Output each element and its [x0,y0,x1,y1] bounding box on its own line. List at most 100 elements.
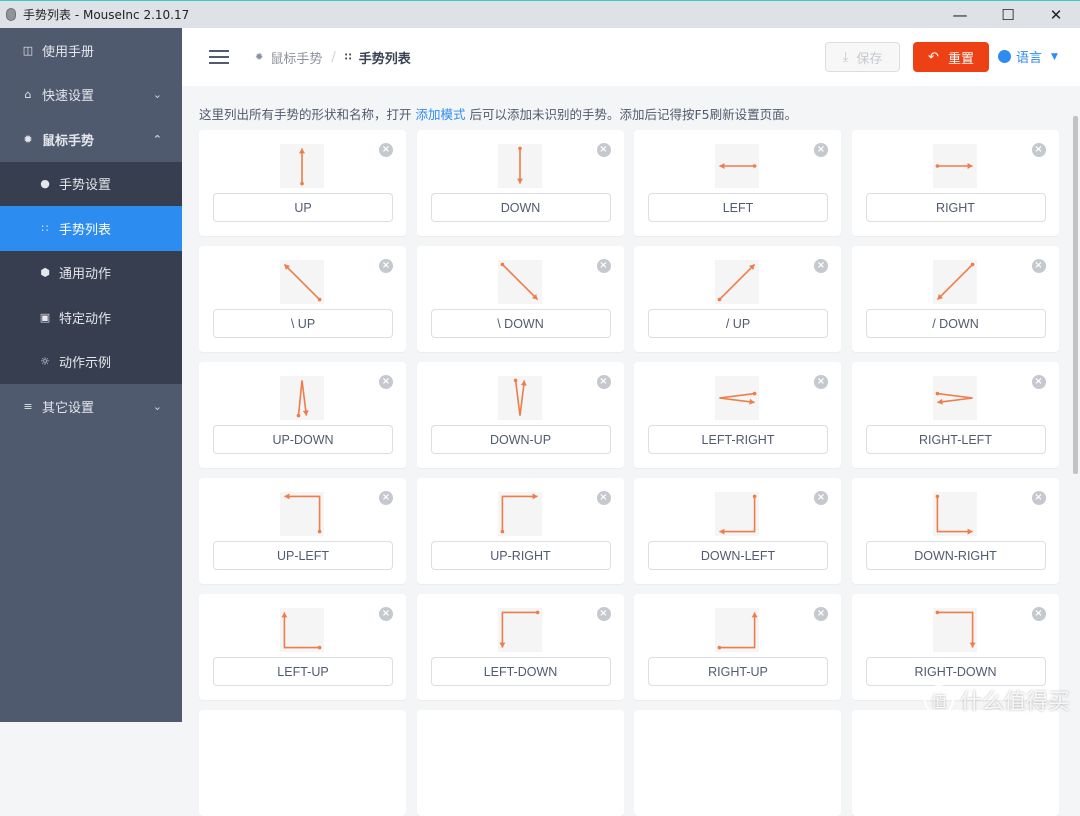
delete-gesture-icon[interactable]: × [597,491,611,505]
delete-gesture-icon[interactable]: × [597,607,611,621]
watermark-text: 什么值得买 [960,684,1070,716]
gesture-name-field[interactable]: DOWN [431,193,611,222]
gesture-name-field[interactable]: DOWN-RIGHT [866,541,1046,570]
menu-toggle-icon[interactable] [209,50,229,64]
sliders-icon: ≡ [21,400,35,413]
gesture-name-field[interactable]: RIGHT-UP [648,657,828,686]
gesture-path-icon [933,144,977,188]
gesture-card: × / UP [634,246,841,352]
sidebar-item-label: 手势列表 [59,219,111,238]
sidebar-submenu: ● 手势设置 ∷ 手势列表 ⬢ 通用动作 ▣ 特定动作 ☼ 动作示例 [0,162,182,385]
gesture-card [852,710,1059,816]
delete-gesture-icon[interactable]: × [379,375,393,389]
gesture-name-field[interactable]: UP [213,193,393,222]
gesture-name-field[interactable]: / UP [648,309,828,338]
palette-icon: ● [38,177,52,190]
sidebar-item-gesture-list[interactable]: ∷ 手势列表 [0,206,182,251]
breadcrumb-label: 手势列表 [359,48,411,67]
breadcrumb-label: 鼠标手势 [270,48,322,67]
sidebar: ◫ 使用手册 ⌂ 快速设置 ⌄ ✹ 鼠标手势 ⌃ ● 手势设置 ∷ 手势列表 ⬢… [0,28,182,722]
undo-icon: ↶ [928,50,939,65]
delete-gesture-icon[interactable]: × [1032,491,1046,505]
scrollbar-thumb[interactable] [1073,116,1078,474]
gesture-name-field[interactable]: LEFT-DOWN [431,657,611,686]
gesture-shape [280,608,324,652]
gesture-name-field[interactable]: UP-RIGHT [431,541,611,570]
gesture-shape [933,492,977,536]
gesture-path-icon [280,608,324,652]
watermark-logo-icon: 值 [924,685,954,715]
gesture-name-field[interactable]: LEFT [648,193,828,222]
sidebar-item-manual[interactable]: ◫ 使用手册 [0,28,182,73]
gesture-name-field[interactable]: LEFT-UP [213,657,393,686]
gesture-shape [715,608,759,652]
delete-gesture-icon[interactable]: × [1032,607,1046,621]
gesture-card: × \ UP [199,246,406,352]
sidebar-item-quick-settings[interactable]: ⌂ 快速设置 ⌄ [0,73,182,118]
gesture-card: × DOWN-LEFT [634,478,841,584]
gesture-shape [498,144,542,188]
delete-gesture-icon[interactable]: × [814,491,828,505]
gesture-card [417,710,624,816]
delete-gesture-icon[interactable]: × [1032,259,1046,273]
delete-gesture-icon[interactable]: × [1032,143,1046,157]
gesture-card: × DOWN [417,130,624,236]
gesture-path-icon [933,260,977,304]
gesture-shape [933,608,977,652]
delete-gesture-icon[interactable]: × [379,491,393,505]
sidebar-item-gesture-settings[interactable]: ● 手势设置 [0,162,182,207]
gesture-shape [933,376,977,420]
gesture-name-field[interactable]: / DOWN [866,309,1046,338]
gesture-name-field[interactable]: RIGHT [866,193,1046,222]
language-label: 语言 [1016,47,1042,66]
header: ✹ 鼠标手势 / ∷ 手势列表 ⤓ 保存 ↶ 重置 语言 ▼ [182,28,1080,86]
breadcrumb-separator: / [331,50,335,65]
save-label: 保存 [856,48,882,67]
maximize-button[interactable]: ☐ [984,1,1032,28]
sidebar-item-other-settings[interactable]: ≡ 其它设置 ⌄ [0,384,182,429]
language-dropdown[interactable]: 语言 ▼ [998,47,1058,66]
gesture-name-field[interactable]: LEFT-RIGHT [648,425,828,454]
gesture-card: × LEFT [634,130,841,236]
chevron-down-icon: ⌄ [153,88,162,101]
delete-gesture-icon[interactable]: × [597,143,611,157]
gesture-name-field[interactable]: \ UP [213,309,393,338]
gesture-name-field[interactable]: RIGHT-LEFT [866,425,1046,454]
gesture-card: × UP-RIGHT [417,478,624,584]
save-button[interactable]: ⤓ 保存 [825,42,900,72]
add-mode-link[interactable]: 添加模式 [415,107,465,122]
delete-gesture-icon[interactable]: × [379,143,393,157]
sidebar-item-mouse-gestures[interactable]: ✹ 鼠标手势 ⌃ [0,117,182,162]
gesture-shape [498,492,542,536]
gesture-path-icon [715,376,759,420]
gesture-name-field[interactable]: RIGHT-DOWN [866,657,1046,686]
breadcrumb-item[interactable]: ✹ 鼠标手势 [255,48,322,67]
reset-button[interactable]: ↶ 重置 [913,42,989,72]
delete-gesture-icon[interactable]: × [814,259,828,273]
delete-gesture-icon[interactable]: × [814,607,828,621]
sidebar-item-label: 其它设置 [42,397,94,416]
gesture-path-icon [933,608,977,652]
delete-gesture-icon[interactable]: × [1032,375,1046,389]
gesture-name-field[interactable]: UP-DOWN [213,425,393,454]
sidebar-item-common-actions[interactable]: ⬢ 通用动作 [0,251,182,296]
gesture-name-field[interactable]: UP-LEFT [213,541,393,570]
sidebar-item-specific-actions[interactable]: ▣ 特定动作 [0,295,182,340]
minimize-button[interactable]: — [936,1,984,28]
delete-gesture-icon[interactable]: × [814,143,828,157]
window-title: 手势列表 - MouseInc 2.10.17 [23,6,189,23]
gesture-name-field[interactable]: DOWN-LEFT [648,541,828,570]
close-button[interactable]: ✕ [1032,1,1080,28]
sidebar-item-action-examples[interactable]: ☼ 动作示例 [0,340,182,385]
delete-gesture-icon[interactable]: × [814,375,828,389]
gear-icon: ✹ [21,133,35,146]
gesture-card: × UP [199,130,406,236]
delete-gesture-icon[interactable]: × [597,375,611,389]
gesture-shape [715,144,759,188]
delete-gesture-icon[interactable]: × [379,607,393,621]
delete-gesture-icon[interactable]: × [379,259,393,273]
gesture-name-field[interactable]: DOWN-UP [431,425,611,454]
delete-gesture-icon[interactable]: × [597,259,611,273]
scrollbar[interactable] [1072,112,1080,722]
gesture-name-field[interactable]: \ DOWN [431,309,611,338]
